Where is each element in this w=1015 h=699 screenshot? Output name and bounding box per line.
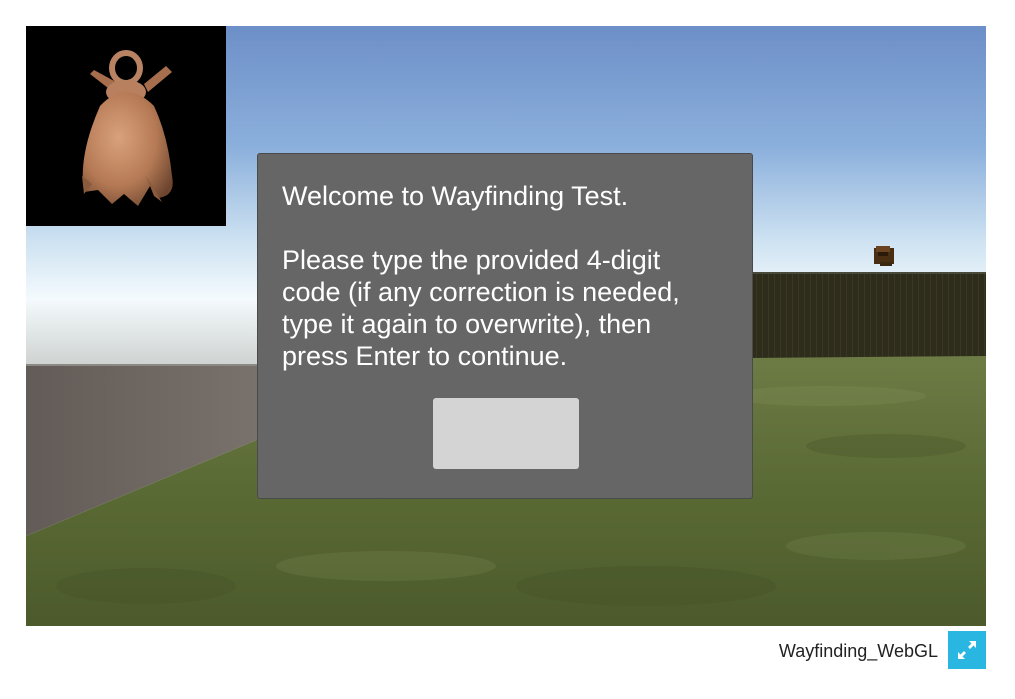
- code-input[interactable]: [433, 398, 579, 469]
- distant-object: [874, 246, 894, 266]
- dialog-instructions: Please type the provided 4-digit code (i…: [282, 245, 680, 371]
- wall: [726, 272, 986, 360]
- clay-bell-icon: [82, 50, 173, 206]
- fullscreen-icon: [958, 641, 976, 659]
- player-footer: Wayfinding_WebGL: [26, 626, 986, 676]
- dialog-title: Welcome to Wayfinding Test.: [282, 181, 629, 211]
- fullscreen-button[interactable]: [948, 631, 986, 669]
- target-preview-panel: [26, 26, 226, 226]
- welcome-dialog: Welcome to Wayfinding Test. Please type …: [257, 153, 753, 499]
- build-title: Wayfinding_WebGL: [778, 641, 938, 661]
- game-canvas[interactable]: Welcome to Wayfinding Test. Please type …: [26, 26, 986, 626]
- page: Welcome to Wayfinding Test. Please type …: [0, 0, 1015, 699]
